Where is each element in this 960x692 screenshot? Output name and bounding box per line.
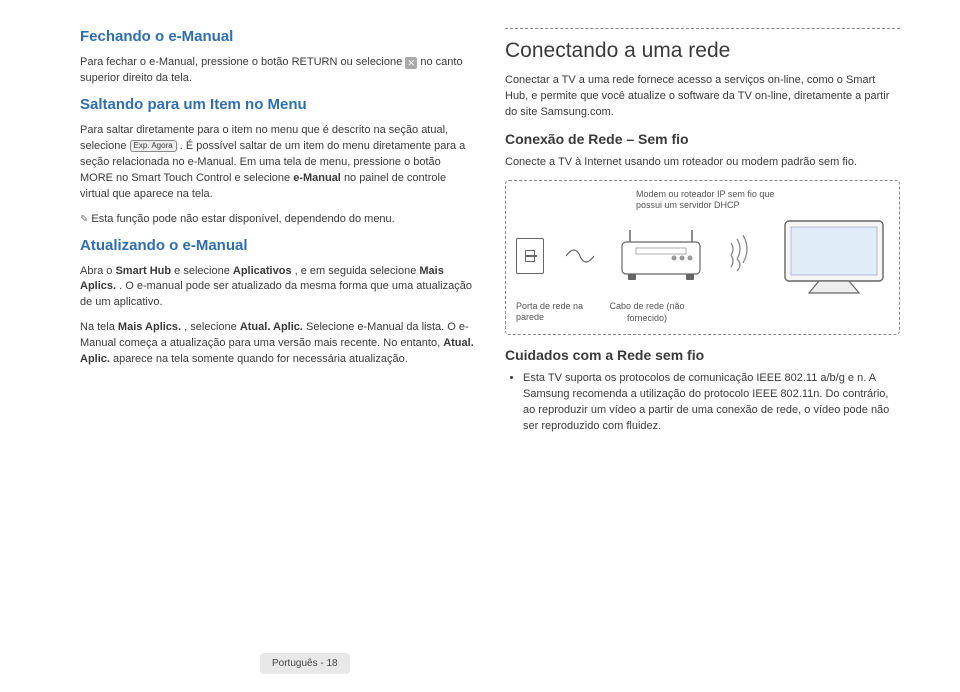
paragraph-wireless-instr: Conecte a TV à Internet usando um rotead…	[505, 155, 900, 171]
wall-port-icon	[516, 238, 544, 274]
right-column: Conectando a uma rede Conectar a TV a um…	[505, 28, 900, 441]
heading-connect-network: Conectando a uma rede	[505, 39, 900, 63]
bold-emanual: e-Manual	[293, 172, 341, 184]
heading-wireless: Conexão de Rede – Sem fio	[505, 131, 900, 147]
page-number-badge: Português - 18	[260, 653, 350, 674]
modem-label: Modem ou roteador IP sem fio que possui …	[636, 189, 796, 212]
bold-smart-hub: Smart Hub	[115, 265, 171, 277]
router-container	[616, 228, 706, 284]
network-jack-icon	[525, 250, 535, 262]
paragraph-update-a: Abra o Smart Hub e selecione Aplicativos…	[80, 264, 475, 312]
document-page: Fechando o e-Manual Para fechar o e-Manu…	[0, 0, 960, 692]
text-fragment: , e em seguida selecione	[295, 265, 420, 277]
wireless-signal-icon	[727, 235, 757, 277]
wall-plate-icon	[516, 238, 544, 274]
wall-port-label: Porta de rede na parede	[516, 301, 586, 323]
diagram-row	[516, 215, 889, 297]
bold-atual-aplic: Atual. Aplic.	[240, 321, 303, 333]
paragraph-update-b: Na tela Mais Aplics. , selecione Atual. …	[80, 320, 475, 368]
heading-closing-emanual: Fechando o e-Manual	[80, 28, 475, 45]
tv-icon	[779, 215, 889, 297]
text-fragment: , selecione	[184, 321, 240, 333]
heading-wireless-care: Cuidados com a Rede sem fio	[505, 347, 900, 363]
list-item: Esta TV suporta os protocolos de comunic…	[523, 371, 900, 435]
left-column: Fechando o e-Manual Para fechar o e-Manu…	[80, 28, 475, 441]
text-fragment: e selecione	[174, 265, 233, 277]
wireless-diagram: Modem ou roteador IP sem fio que possui …	[505, 180, 900, 335]
close-icon: ✕	[405, 57, 417, 69]
section-divider	[505, 28, 900, 29]
text-fragment: Na tela	[80, 321, 118, 333]
try-now-button-illustration: Exp. Agora	[130, 140, 177, 152]
text-fragment: Para fechar o e-Manual, pressione o botã…	[80, 56, 405, 68]
bullet-list: Esta TV suporta os protocolos de comunic…	[505, 371, 900, 435]
text-fragment: . O e-manual pode ser atualizado da mesm…	[80, 280, 472, 308]
note-availability: Esta função pode não estar disponível, d…	[80, 212, 475, 228]
text-fragment: aparece na tela somente quando for neces…	[113, 353, 408, 365]
router-icon	[616, 228, 706, 284]
heading-jump-menu: Saltando para um Item no Menu	[80, 96, 475, 113]
text-fragment: Abra o	[80, 265, 115, 277]
paragraph-close-emanual: Para fechar o e-Manual, pressione o botã…	[80, 55, 475, 87]
bold-aplicativos: Aplicativos	[233, 265, 292, 277]
diagram-labels-row: Porta de rede na parede Cabo de rede (nã…	[516, 297, 889, 324]
paragraph-connect-intro: Conectar a TV a uma rede fornece acesso …	[505, 73, 900, 121]
cable-label: Cabo de rede (não fornecido)	[602, 301, 692, 324]
bold-mais-aplics-2: Mais Aplics.	[118, 321, 181, 333]
network-cable-icon	[566, 246, 594, 266]
two-column-layout: Fechando o e-Manual Para fechar o e-Manu…	[80, 28, 900, 441]
paragraph-jump-menu: Para saltar diretamente para o item no m…	[80, 123, 475, 203]
heading-update-emanual: Atualizando o e-Manual	[80, 237, 475, 254]
